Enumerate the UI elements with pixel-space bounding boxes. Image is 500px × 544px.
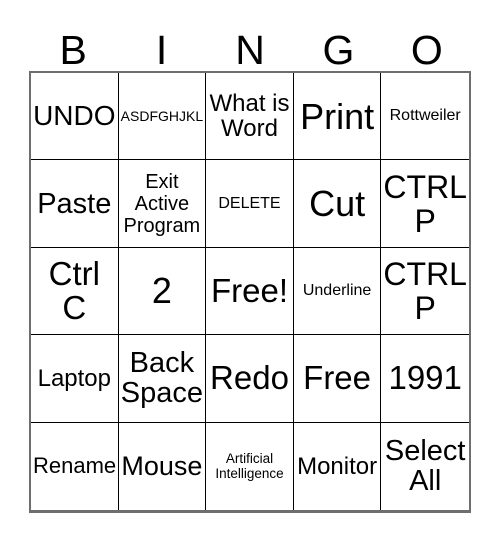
bingo-cell[interactable]: 2 <box>118 247 207 336</box>
bingo-cell-label: Select All <box>384 435 466 498</box>
bingo-cell[interactable]: Monitor <box>293 422 382 510</box>
header-letter-i: I <box>155 27 168 73</box>
header-letter-n: N <box>235 27 265 73</box>
bingo-grid: UNDO ASDFGHJKL What is Word Print Rottweiler… <box>29 71 471 513</box>
bingo-cell-label: CTRL P <box>383 168 467 239</box>
bingo-cell[interactable]: UNDO <box>31 73 119 161</box>
bingo-cell[interactable]: Laptop <box>31 335 119 423</box>
bingo-cell-label: CTRL P <box>383 255 467 326</box>
bingo-cell[interactable]: ASDFGHJKL <box>118 73 207 161</box>
header-letter-b: B <box>59 27 87 73</box>
bingo-cell[interactable]: Underline <box>293 247 382 336</box>
bingo-cell[interactable]: Exit Active Program <box>118 160 207 248</box>
bingo-cell-label: Rename <box>33 453 117 479</box>
bingo-cell-label: Redo <box>210 359 289 397</box>
bingo-cell[interactable]: Select All <box>381 422 469 510</box>
bingo-cell[interactable]: What is Word <box>206 73 294 161</box>
bingo-cell-label: UNDO <box>33 100 116 132</box>
bingo-cell[interactable]: Print <box>293 73 382 161</box>
bingo-cell[interactable]: Back Space <box>118 335 207 423</box>
bingo-cell[interactable]: Redo <box>206 335 294 423</box>
bingo-cell-label: Print <box>300 95 375 137</box>
bingo-cell-label: Underline <box>302 281 372 299</box>
bingo-cell-label: Free <box>303 359 372 397</box>
bingo-cell-label: DELETE <box>218 194 281 212</box>
bingo-cell[interactable]: CTRL P <box>381 247 469 336</box>
bingo-cell-label: Free! <box>210 271 288 309</box>
bingo-cell-label: Artificial Intelligence <box>215 451 284 482</box>
bingo-cell-label: Exit Active Program <box>123 170 201 237</box>
bingo-cell[interactable]: Artificial Intelligence <box>206 422 294 510</box>
bingo-cell-label: Mouse <box>121 450 203 481</box>
bingo-cell-label: 2 <box>151 270 172 312</box>
bingo-cell-label: What is Word <box>209 90 290 143</box>
bingo-header-row: B I N G O <box>29 18 471 71</box>
bingo-card: B I N G O UNDO ASDFGHJKL What is Word Print… <box>0 0 500 544</box>
bingo-cell-label: Monitor <box>297 452 378 480</box>
bingo-cell-label: Laptop <box>37 364 111 392</box>
bingo-cell-label: Paste <box>37 187 112 220</box>
header-letter-g: G <box>322 27 355 73</box>
bingo-cell[interactable]: Ctrl C <box>31 247 119 336</box>
bingo-cell-label: 1991 <box>388 359 462 397</box>
bingo-cell-label: ASDFGHJKL <box>120 108 204 125</box>
bingo-cell[interactable]: Cut <box>293 160 382 248</box>
bingo-cell-label: Rottweiler <box>389 107 461 125</box>
bingo-cell[interactable]: DELETE <box>206 160 294 248</box>
bingo-cell[interactable]: Free <box>293 335 382 423</box>
bingo-cell[interactable]: CTRL P <box>381 160 469 248</box>
bingo-cell[interactable]: Mouse <box>118 422 207 510</box>
bingo-cell-label: Back Space <box>120 347 203 410</box>
bingo-cell-label: Cut <box>309 183 366 225</box>
bingo-cell[interactable]: Paste <box>31 160 119 248</box>
bingo-cell[interactable]: 1991 <box>381 335 469 423</box>
bingo-cell[interactable]: Rottweiler <box>381 73 469 161</box>
bingo-cell[interactable]: Free! <box>206 247 294 336</box>
bingo-cell[interactable]: Rename <box>31 422 119 510</box>
header-letter-o: O <box>410 27 443 73</box>
bingo-cell-label: Ctrl C <box>48 254 100 326</box>
